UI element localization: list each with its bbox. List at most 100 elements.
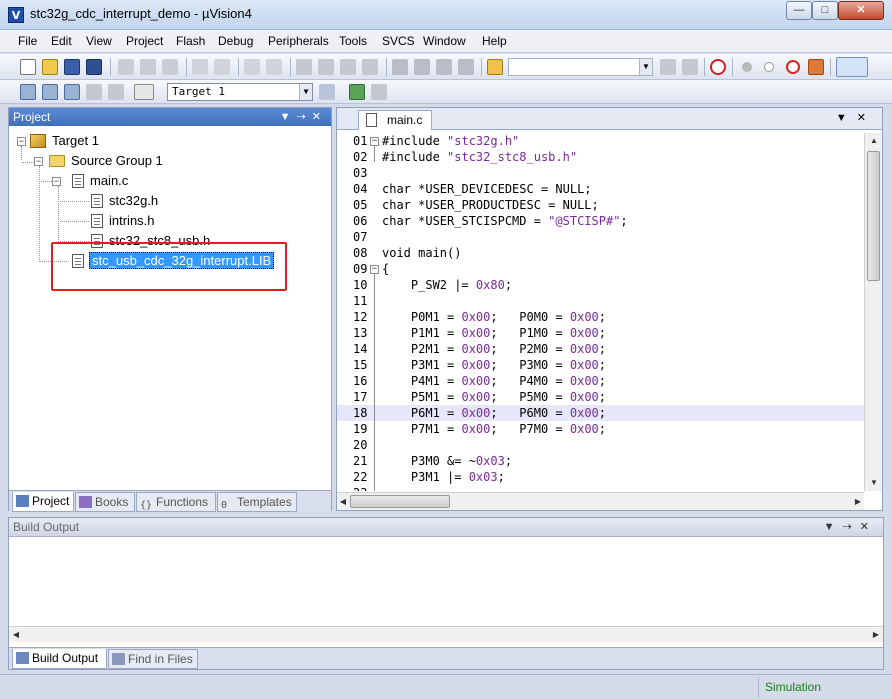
scrollbar-thumb[interactable] — [350, 495, 450, 508]
open-folder-icon[interactable] — [42, 59, 58, 75]
scroll-right-icon[interactable]: ▶ — [852, 494, 864, 510]
incremental-find-icon[interactable] — [660, 59, 676, 75]
code-line[interactable]: 19 P7M1 = 0x00; P7M0 = 0x00; — [337, 421, 864, 437]
target-options-icon[interactable] — [319, 84, 335, 100]
code-line[interactable]: 02 #include "stc32_stc8_usb.h" — [337, 149, 864, 165]
indent-icon[interactable] — [392, 59, 408, 75]
unindent-icon[interactable] — [414, 59, 430, 75]
find-combo[interactable]: ▼ — [508, 58, 653, 76]
breakpoint-icon[interactable] — [742, 62, 752, 72]
fold-toggle-icon[interactable]: − — [370, 265, 379, 274]
build-icon[interactable] — [42, 84, 58, 100]
new-file-icon[interactable] — [20, 59, 36, 75]
scroll-left-icon[interactable]: ◀ — [337, 494, 349, 510]
redo-icon[interactable] — [214, 59, 230, 75]
menu-help[interactable]: Help — [482, 34, 507, 48]
scrollbar-thumb[interactable] — [867, 151, 880, 281]
horizontal-scrollbar[interactable]: ◀ ▶ — [337, 492, 864, 510]
tab-templates[interactable]: 0 Templates — [217, 492, 297, 512]
menu-flash[interactable]: Flash — [176, 34, 205, 48]
code-line[interactable]: 13 P1M1 = 0x00; P1M0 = 0x00; — [337, 325, 864, 341]
window-layout-icon[interactable] — [836, 57, 868, 77]
code-line[interactable]: 03 — [337, 165, 864, 181]
manage-components-icon[interactable] — [349, 84, 365, 100]
horizontal-scrollbar[interactable]: ◀ ▶ — [9, 626, 883, 642]
code-line[interactable]: 10 P_SW2 |= 0x80; — [337, 277, 864, 293]
code-line[interactable]: 23 — [337, 485, 864, 491]
collapse-file-icon[interactable]: − — [52, 177, 61, 186]
code-line[interactable]: 05 char *USER_PRODUCTDESC = NULL; — [337, 197, 864, 213]
collapse-target-icon[interactable]: − — [17, 137, 26, 146]
find-icon[interactable] — [682, 59, 698, 75]
translate-icon[interactable] — [20, 84, 36, 100]
chevron-down-icon[interactable]: ▼ — [299, 84, 312, 100]
rebuild-icon[interactable] — [64, 84, 80, 100]
disable-breakpoints-icon[interactable] — [786, 60, 800, 74]
code-line[interactable]: 06 char *USER_STCISPCMD = "@STCISP#"; — [337, 213, 864, 229]
undo-icon[interactable] — [192, 59, 208, 75]
scroll-up-icon[interactable]: ▲ — [865, 133, 883, 149]
menu-project[interactable]: Project — [126, 34, 163, 48]
menu-view[interactable]: View — [86, 34, 112, 48]
editor-controls[interactable]: ▼✕ — [836, 111, 876, 124]
save-icon[interactable] — [64, 59, 80, 75]
code-line[interactable]: 22 P3M1 |= 0x03; — [337, 469, 864, 485]
tree-include-stc32g[interactable]: stc32g.h — [109, 192, 158, 210]
stop-build-icon[interactable] — [108, 84, 124, 100]
code-line[interactable]: 01− #include "stc32g.h" — [337, 133, 864, 149]
collapse-group-icon[interactable]: − — [34, 157, 43, 166]
menu-file[interactable]: File — [18, 34, 37, 48]
menu-peripherals[interactable]: Peripherals — [268, 34, 329, 48]
fold-toggle-icon[interactable]: − — [370, 137, 379, 146]
save-all-icon[interactable] — [86, 59, 102, 75]
chevron-down-icon[interactable]: ▼ — [639, 59, 652, 75]
tab-functions[interactable]: {} Functions — [136, 492, 216, 512]
menu-window[interactable]: Window — [423, 34, 466, 48]
vertical-scrollbar[interactable]: ▲ ▼ — [864, 133, 882, 491]
tab-find-in-files[interactable]: Find in Files — [108, 649, 198, 669]
panel-controls[interactable]: ▼⇢✕ — [280, 108, 327, 126]
target-select[interactable]: Target 1 ▼ — [167, 83, 313, 101]
cut-icon[interactable] — [118, 59, 134, 75]
code-line[interactable]: 07 — [337, 229, 864, 245]
editor-tab-main-c[interactable]: main.c — [358, 110, 432, 130]
tree-main-c[interactable]: main.c — [90, 172, 128, 190]
kill-breakpoints-icon[interactable] — [808, 59, 824, 75]
code-line[interactable]: 09−{ — [337, 261, 864, 277]
comment-icon[interactable] — [436, 59, 452, 75]
code-area[interactable]: 01− #include "stc32g.h" 02 #include "stc32_… — [337, 133, 864, 491]
batch-build-icon[interactable] — [86, 84, 102, 100]
code-line[interactable]: 12 P0M1 = 0x00; P0M0 = 0x00; — [337, 309, 864, 325]
code-line[interactable]: 16 P4M1 = 0x00; P4M0 = 0x00; — [337, 373, 864, 389]
debug-session-icon[interactable] — [710, 59, 726, 75]
menu-svcs[interactable]: SVCS — [382, 34, 415, 48]
tree-target[interactable]: Target 1 — [52, 132, 99, 150]
uncomment-icon[interactable] — [458, 59, 474, 75]
paste-icon[interactable] — [162, 59, 178, 75]
scroll-left-icon[interactable]: ◀ — [9, 627, 23, 643]
menu-tools[interactable]: Tools — [339, 34, 367, 48]
enable-breakpoint-icon[interactable] — [764, 62, 774, 72]
scroll-down-icon[interactable]: ▼ — [865, 475, 883, 491]
select-packs-icon[interactable] — [371, 84, 387, 100]
prev-bookmark-icon[interactable] — [318, 59, 334, 75]
download-load-icon[interactable] — [134, 84, 154, 100]
nav-forward-icon[interactable] — [266, 59, 282, 75]
bookmark-icon[interactable] — [296, 59, 312, 75]
tab-books[interactable]: Books — [75, 492, 135, 512]
maximize-button[interactable]: □ — [812, 1, 838, 20]
code-line[interactable]: 04 char *USER_DEVICEDESC = NULL; — [337, 181, 864, 197]
menu-debug[interactable]: Debug — [218, 34, 253, 48]
next-bookmark-icon[interactable] — [340, 59, 356, 75]
code-line[interactable]: 15 P3M1 = 0x00; P3M0 = 0x00; — [337, 357, 864, 373]
tab-project[interactable]: Project — [12, 492, 74, 512]
panel-controls[interactable]: ▼⇢✕ — [824, 518, 877, 537]
code-line[interactable]: 08 void main() — [337, 245, 864, 261]
tree-source-group[interactable]: Source Group 1 — [71, 152, 163, 170]
code-line[interactable]: 17 P5M1 = 0x00; P5M0 = 0x00; — [337, 389, 864, 405]
code-line[interactable]: 20 — [337, 437, 864, 453]
find-in-files-icon[interactable] — [487, 59, 503, 75]
clear-bookmarks-icon[interactable] — [362, 59, 378, 75]
code-line[interactable]: 14 P2M1 = 0x00; P2M0 = 0x00; — [337, 341, 864, 357]
menu-edit[interactable]: Edit — [51, 34, 72, 48]
